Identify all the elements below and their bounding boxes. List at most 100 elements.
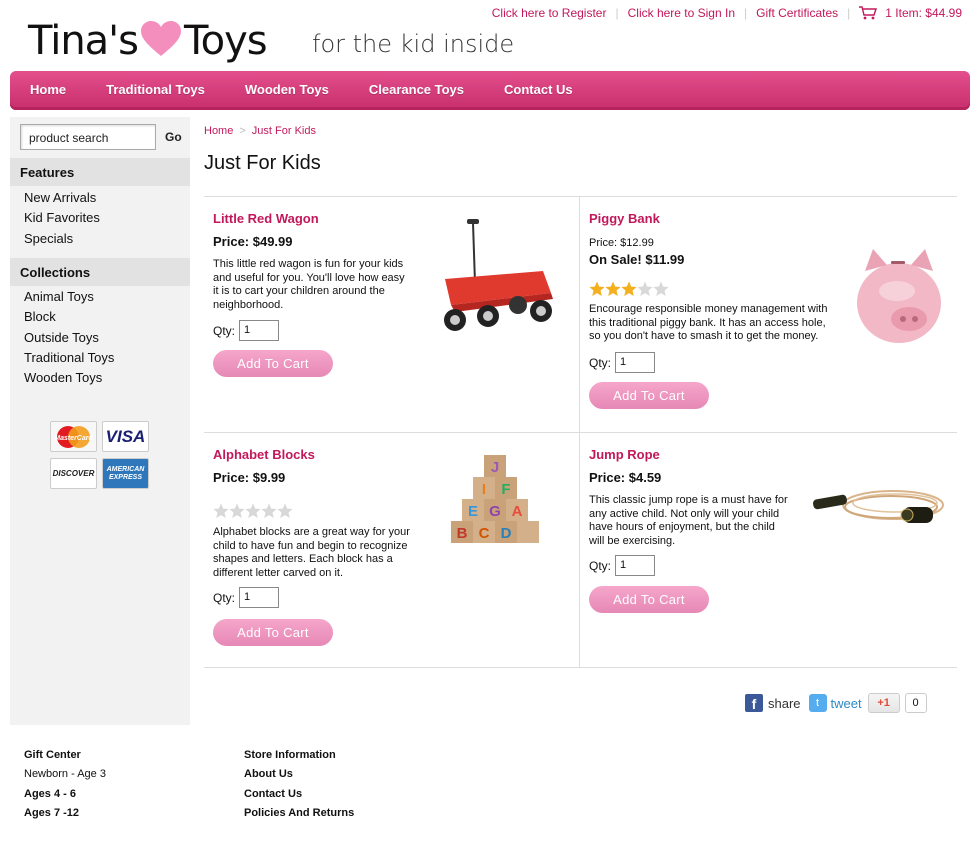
product-name[interactable]: Piggy Bank bbox=[589, 211, 949, 226]
footer-heading: Gift Center bbox=[24, 749, 81, 761]
main-nav: Home Traditional Toys Wooden Toys Cleara… bbox=[10, 71, 970, 110]
discover-icon: DISCOVER bbox=[50, 458, 97, 489]
alphabet-blocks-image[interactable]: J I F E G A B C D bbox=[443, 453, 553, 554]
logo-text-right: Toys bbox=[184, 18, 268, 64]
product-card-piggy-bank: Piggy Bank Price: $12.99 On Sale! $11.99… bbox=[589, 211, 949, 409]
nav-clearance-toys[interactable]: Clearance Toys bbox=[369, 82, 464, 99]
footer-link-ages-7-12[interactable]: Ages 7 -12 bbox=[24, 804, 106, 823]
social-share-bar: f share t tweet +1 0 bbox=[745, 693, 927, 713]
twitter-icon[interactable]: t bbox=[808, 694, 827, 712]
american-express-icon: AMERICAN EXPRESS bbox=[102, 458, 149, 489]
utility-links: Click here to Register | Click here to S… bbox=[492, 6, 962, 20]
footer-link-newborn[interactable]: Newborn - Age 3 bbox=[24, 765, 106, 784]
footer-link-about-us[interactable]: About Us bbox=[244, 765, 354, 784]
footer-link-policies[interactable]: Policies And Returns bbox=[244, 804, 354, 823]
product-card-wagon: Little Red Wagon Price: $49.99 This litt… bbox=[213, 211, 573, 377]
breadcrumb-home[interactable]: Home bbox=[204, 125, 233, 137]
register-link[interactable]: Click here to Register bbox=[492, 6, 607, 20]
add-to-cart-button[interactable]: Add To Cart bbox=[589, 586, 709, 613]
collections-list: Animal Toys Block Outside Toys Tradition… bbox=[24, 289, 114, 390]
divider bbox=[204, 196, 957, 197]
visa-icon: VISA bbox=[102, 421, 149, 452]
google-plus-count: 0 bbox=[904, 693, 927, 713]
quantity-input[interactable]: 1 bbox=[615, 352, 656, 373]
breadcrumb-separator-icon: > bbox=[239, 125, 246, 137]
star-rating bbox=[589, 281, 669, 297]
sidebar-item-new-arrivals[interactable]: New Arrivals bbox=[24, 190, 100, 210]
search-go-button[interactable]: Go bbox=[165, 130, 182, 144]
gift-certificates-link[interactable]: Gift Certificates bbox=[756, 6, 838, 20]
sidebar-item-animal-toys[interactable]: Animal Toys bbox=[24, 289, 114, 309]
footer-link-contact-us[interactable]: Contact Us bbox=[244, 785, 354, 804]
sidebar-item-specials[interactable]: Specials bbox=[24, 231, 100, 251]
nav-contact-us[interactable]: Contact Us bbox=[504, 82, 573, 99]
tagline: for the kid inside bbox=[312, 30, 515, 58]
star-filled-icon bbox=[605, 281, 621, 296]
star-empty-icon bbox=[277, 503, 293, 518]
product-description: This classic jump rope is a must have fo… bbox=[589, 494, 788, 547]
star-empty-icon bbox=[229, 503, 245, 518]
piggy-bank-image[interactable] bbox=[851, 241, 947, 356]
quantity-row: Qty: 1 bbox=[589, 555, 656, 576]
block-letter: G bbox=[489, 503, 501, 520]
site-logo[interactable]: Tina's Toys bbox=[28, 16, 268, 66]
jump-rope-image[interactable] bbox=[803, 467, 949, 552]
sidebar-item-traditional-toys[interactable]: Traditional Toys bbox=[24, 350, 114, 370]
product-name[interactable]: Jump Rope bbox=[589, 447, 949, 462]
breadcrumb-current[interactable]: Just For Kids bbox=[252, 125, 316, 137]
product-description: Encourage responsible money management w… bbox=[589, 303, 828, 342]
divider bbox=[579, 197, 580, 667]
divider: | bbox=[744, 6, 748, 20]
quantity-input[interactable]: 1 bbox=[239, 320, 280, 341]
star-filled-icon bbox=[589, 281, 605, 296]
quantity-input[interactable]: 1 bbox=[615, 555, 656, 576]
nav-traditional-toys[interactable]: Traditional Toys bbox=[106, 82, 205, 99]
quantity-row: Qty: 1 bbox=[213, 587, 280, 608]
features-list: New Arrivals Kid Favorites Specials bbox=[24, 190, 100, 251]
facebook-share-link[interactable]: share bbox=[768, 696, 801, 711]
star-empty-icon bbox=[245, 503, 261, 518]
sidebar-item-wooden-toys[interactable]: Wooden Toys bbox=[24, 370, 114, 390]
wagon-image[interactable] bbox=[433, 213, 573, 353]
nav-home[interactable]: Home bbox=[30, 82, 66, 99]
discover-label: DISCOVER bbox=[52, 469, 95, 478]
add-to-cart-button[interactable]: Add To Cart bbox=[213, 350, 333, 377]
sidebar-item-outside-toys[interactable]: Outside Toys bbox=[24, 330, 114, 350]
add-to-cart-button[interactable]: Add To Cart bbox=[589, 382, 709, 409]
google-plus-button[interactable]: +1 bbox=[867, 693, 900, 713]
heart-icon bbox=[140, 20, 182, 62]
collections-heading: Collections bbox=[10, 258, 190, 286]
quantity-label: Qty: bbox=[589, 355, 612, 370]
search-input[interactable]: product search bbox=[20, 124, 156, 150]
sidebar-item-block[interactable]: Block bbox=[24, 309, 114, 329]
star-empty-icon bbox=[213, 503, 229, 518]
amex-label: AMERICAN EXPRESS bbox=[106, 466, 145, 481]
quantity-row: Qty: 1 bbox=[213, 320, 280, 341]
footer-link-ages-4-6[interactable]: Ages 4 - 6 bbox=[24, 785, 106, 804]
signin-link[interactable]: Click here to Sign In bbox=[628, 6, 735, 20]
features-heading: Features bbox=[10, 158, 190, 186]
quantity-label: Qty: bbox=[213, 590, 236, 605]
quantity-label: Qty: bbox=[213, 323, 236, 338]
facebook-icon[interactable]: f bbox=[745, 694, 763, 712]
block-letter: A bbox=[512, 503, 523, 520]
nav-wooden-toys[interactable]: Wooden Toys bbox=[245, 82, 329, 99]
block-letter: E bbox=[468, 503, 478, 520]
product-description: This little red wagon is fun for your ki… bbox=[213, 258, 405, 311]
add-to-cart-button[interactable]: Add To Cart bbox=[213, 619, 333, 646]
divider bbox=[204, 432, 957, 433]
quantity-row: Qty: 1 bbox=[589, 352, 656, 373]
footer-store-info: Store Information About Us Contact Us Po… bbox=[244, 746, 354, 823]
sidebar: product search Go Features New Arrivals … bbox=[10, 117, 190, 725]
quantity-input[interactable]: 1 bbox=[239, 587, 280, 608]
cart-summary-link[interactable]: 1 Item: $44.99 bbox=[885, 6, 962, 20]
product-card-jump-rope: Jump Rope Price: $4.59 This classic jump… bbox=[589, 447, 949, 613]
logo-text-left: Tina's bbox=[28, 18, 139, 64]
block-letter: J bbox=[491, 459, 499, 476]
star-filled-icon bbox=[621, 281, 637, 296]
quantity-label: Qty: bbox=[589, 558, 612, 573]
sidebar-item-kid-favorites[interactable]: Kid Favorites bbox=[24, 210, 100, 230]
product-description: Alphabet blocks are a great way for your… bbox=[213, 526, 410, 579]
cart-icon[interactable] bbox=[859, 6, 878, 20]
tweet-link[interactable]: tweet bbox=[831, 696, 862, 711]
